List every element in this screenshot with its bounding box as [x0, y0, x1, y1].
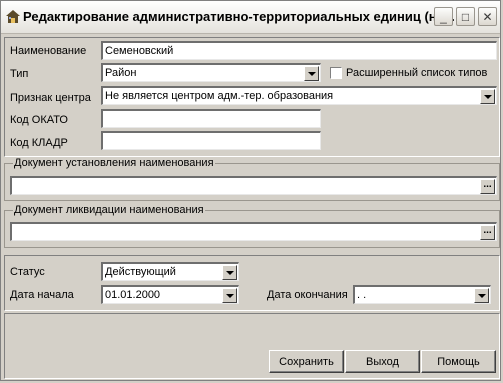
- status-value: Действующий: [105, 266, 176, 278]
- okato-input[interactable]: [101, 109, 321, 128]
- doc-liquidate-browse-button[interactable]: ...: [480, 225, 495, 240]
- center-label: Признак центра: [10, 92, 91, 104]
- kladr-label: Код КЛАДР: [10, 137, 68, 149]
- type-value: Район: [105, 67, 137, 79]
- extended-types-checkbox[interactable]: [330, 67, 342, 79]
- exit-button[interactable]: Выход: [345, 350, 420, 373]
- maximize-button[interactable]: □: [456, 7, 475, 26]
- type-label: Тип: [10, 68, 29, 80]
- chevron-down-icon[interactable]: [474, 288, 489, 303]
- center-select[interactable]: Не является центром адм.-тер. образовани…: [101, 86, 497, 105]
- window-title: Редактирование административно-территори…: [23, 9, 455, 24]
- maximize-icon: □: [461, 9, 470, 24]
- extended-types-label: Расширенный список типов: [346, 67, 488, 79]
- okato-label: Код ОКАТО: [10, 114, 68, 126]
- minimize-button[interactable]: _: [434, 7, 453, 26]
- name-input[interactable]: Семеновский: [101, 41, 497, 60]
- kladr-input[interactable]: [101, 131, 321, 150]
- doc-establish-browse-button[interactable]: ...: [480, 179, 495, 194]
- doc-establish-input[interactable]: ...: [10, 176, 497, 195]
- start-date-label: Дата начала: [10, 289, 74, 301]
- chevron-down-icon[interactable]: [480, 89, 495, 104]
- close-button[interactable]: ✕: [478, 7, 497, 26]
- start-date-picker[interactable]: 01.01.2000: [101, 285, 239, 304]
- dialog-window: Редактирование административно-территори…: [0, 0, 501, 381]
- status-label: Статус: [10, 266, 45, 278]
- help-button[interactable]: Помощь: [421, 350, 496, 373]
- type-select[interactable]: Район: [101, 63, 321, 82]
- end-date-value: . .: [357, 289, 367, 301]
- house-icon: [6, 10, 20, 23]
- minimize-icon: _: [440, 9, 447, 24]
- doc-liquidate-title: Документ ликвидации наименования: [13, 204, 205, 216]
- chevron-down-icon[interactable]: [222, 265, 237, 280]
- doc-liquidate-input[interactable]: ...: [10, 222, 497, 241]
- status-select[interactable]: Действующий: [101, 262, 239, 281]
- center-value: Не является центром адм.-тер. образовани…: [105, 90, 334, 102]
- end-date-picker[interactable]: . .: [353, 285, 491, 304]
- close-icon: ✕: [482, 9, 493, 24]
- chevron-down-icon[interactable]: [222, 288, 237, 303]
- end-date-label: Дата окончания: [267, 289, 348, 301]
- name-label: Наименование: [10, 45, 87, 57]
- title-bar: Редактирование административно-территори…: [1, 1, 500, 34]
- save-button[interactable]: Сохранить: [269, 350, 344, 373]
- doc-establish-title: Документ установления наименования: [13, 157, 215, 169]
- start-date-value: 01.01.2000: [105, 289, 161, 301]
- chevron-down-icon[interactable]: [304, 66, 319, 81]
